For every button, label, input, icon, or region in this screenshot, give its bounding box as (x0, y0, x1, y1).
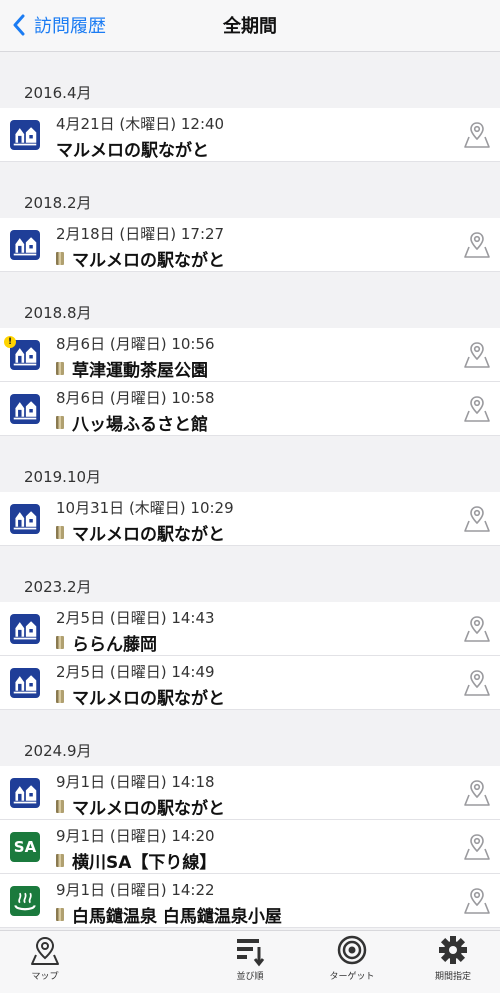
stamp-icon (56, 526, 64, 539)
section-header: 2019.10月 (24, 468, 102, 486)
show-on-map-icon[interactable] (462, 230, 492, 260)
place-name-container: マルメロの駅ながと (56, 684, 225, 709)
place-name: マルメロの駅ながと (72, 799, 225, 819)
visit-date: 9月1日 (日曜日) 14:22 (56, 881, 215, 899)
tab-map-label: マップ (31, 972, 59, 982)
show-on-map-icon[interactable] (462, 394, 492, 424)
visit-row[interactable]: 2月5日 (日曜日) 14:43 ららん藤岡 (0, 602, 500, 656)
michi-no-eki-icon (10, 504, 40, 534)
place-name-container: ららん藤岡 (56, 630, 157, 655)
section-header: 2023.2月 (24, 578, 92, 596)
sort-icon (237, 939, 265, 967)
place-name: マルメロの駅ながと (72, 525, 225, 545)
navigation-bar: 訪問履歴 全期間 (0, 0, 500, 52)
michi-no-eki-icon (10, 668, 40, 698)
section-header: 2018.2月 (24, 194, 92, 212)
place-name-container: 白馬鑓温泉 白馬鑓温泉小屋 (56, 902, 282, 927)
visit-row[interactable]: ! 8月6日 (月曜日) 10:56 草津運動茶屋公園 (0, 328, 500, 382)
visit-date: 9月1日 (日曜日) 14:20 (56, 827, 215, 845)
place-name-container: 横川SA【下り線】 (56, 848, 216, 873)
map-pin-icon (31, 936, 59, 965)
place-name-container: マルメロの駅ながと (56, 136, 209, 161)
gear-icon (439, 936, 467, 964)
stamp-icon (56, 252, 64, 265)
visit-row[interactable]: 4月21日 (木曜日) 12:40 マルメロの駅ながと (0, 108, 500, 162)
stamp-icon (56, 636, 64, 649)
show-on-map-icon[interactable] (462, 614, 492, 644)
visit-row[interactable]: 9月1日 (日曜日) 14:22 白馬鑓温泉 白馬鑓温泉小屋 (0, 874, 500, 928)
place-name: ららん藤岡 (72, 635, 157, 655)
page-title: 全期間 (223, 16, 277, 37)
place-name-container: 草津運動茶屋公園 (56, 356, 208, 381)
michi-no-eki-icon (10, 230, 40, 260)
stamp-icon (56, 908, 64, 921)
visit-date: 8月6日 (月曜日) 10:56 (56, 335, 215, 353)
place-name: マルメロの駅ながと (72, 251, 225, 271)
tab-period-label: 期間指定 (434, 972, 471, 982)
visit-date: 2月5日 (日曜日) 14:43 (56, 609, 215, 627)
place-name: マルメロの駅ながと (72, 689, 225, 709)
tab-bar: マップ 並び順 ターゲット 期間指定 (0, 930, 500, 993)
stamp-icon (56, 800, 64, 813)
place-name-container: 八ッ場ふるさと館 (56, 410, 208, 435)
stamp-icon (56, 362, 64, 375)
place-name: 白馬鑓温泉 白馬鑓温泉小屋 (72, 907, 282, 927)
visit-row[interactable]: 10月31日 (木曜日) 10:29 マルメロの駅ながと (0, 492, 500, 546)
place-name-container: マルメロの駅ながと (56, 794, 225, 819)
sa-icon: SA (10, 832, 40, 862)
show-on-map-icon[interactable] (462, 120, 492, 150)
visit-row[interactable]: 9月1日 (日曜日) 14:18 マルメロの駅ながと (0, 766, 500, 820)
target-icon (337, 935, 367, 965)
tab-sort[interactable]: 並び順 (205, 935, 295, 987)
visit-date: 10月31日 (木曜日) 10:29 (56, 499, 234, 517)
michi-no-eki-icon (10, 614, 40, 644)
visit-row[interactable]: 8月6日 (月曜日) 10:58 八ッ場ふるさと館 (0, 382, 500, 436)
tab-sort-label: 並び順 (236, 972, 264, 982)
tab-period[interactable]: 期間指定 (408, 935, 498, 987)
show-on-map-icon[interactable] (462, 886, 492, 916)
place-name-container: マルメロの駅ながと (56, 520, 225, 545)
section-header: 2018.8月 (24, 304, 92, 322)
visit-row[interactable]: 2月18日 (日曜日) 17:27 マルメロの駅ながと (0, 218, 500, 272)
tab-target-label: ターゲット (329, 972, 375, 982)
tab-map[interactable]: マップ (0, 935, 90, 987)
place-name-container: マルメロの駅ながと (56, 246, 225, 271)
visit-date: 2月5日 (日曜日) 14:49 (56, 663, 215, 681)
michi-no-eki-icon (10, 394, 40, 424)
visit-date: 4月21日 (木曜日) 12:40 (56, 115, 225, 133)
onsen-icon (10, 886, 40, 916)
visit-date: 2月18日 (日曜日) 17:27 (56, 225, 225, 243)
michi-no-eki-icon (10, 778, 40, 808)
stamp-icon (56, 854, 64, 867)
visit-history-list[interactable]: 2016.4月 4月21日 (木曜日) 12:40 マルメロの駅ながと 2018.2月… (0, 52, 500, 930)
place-name: 横川SA【下り線】 (72, 853, 217, 873)
visit-date: 8月6日 (月曜日) 10:58 (56, 389, 215, 407)
visit-row[interactable]: SA 9月1日 (日曜日) 14:20 横川SA【下り線】 (0, 820, 500, 874)
show-on-map-icon[interactable] (462, 832, 492, 862)
show-on-map-icon[interactable] (462, 778, 492, 808)
section-header: 2024.9月 (24, 742, 92, 760)
place-name: マルメロの駅ながと (56, 141, 209, 161)
warning-badge-icon: ! (4, 336, 16, 348)
visit-date: 9月1日 (日曜日) 14:18 (56, 773, 215, 791)
stamp-icon (56, 690, 64, 703)
stamp-icon (56, 416, 64, 429)
visit-row[interactable]: 2月5日 (日曜日) 14:49 マルメロの駅ながと (0, 656, 500, 710)
section-header: 2016.4月 (24, 84, 92, 102)
show-on-map-icon[interactable] (462, 668, 492, 698)
place-name: 八ッ場ふるさと館 (72, 415, 208, 435)
tab-target[interactable]: ターゲット (307, 935, 397, 987)
michi-no-eki-icon (10, 120, 40, 150)
place-name: 草津運動茶屋公園 (72, 361, 208, 381)
show-on-map-icon[interactable] (462, 504, 492, 534)
show-on-map-icon[interactable] (462, 340, 492, 370)
